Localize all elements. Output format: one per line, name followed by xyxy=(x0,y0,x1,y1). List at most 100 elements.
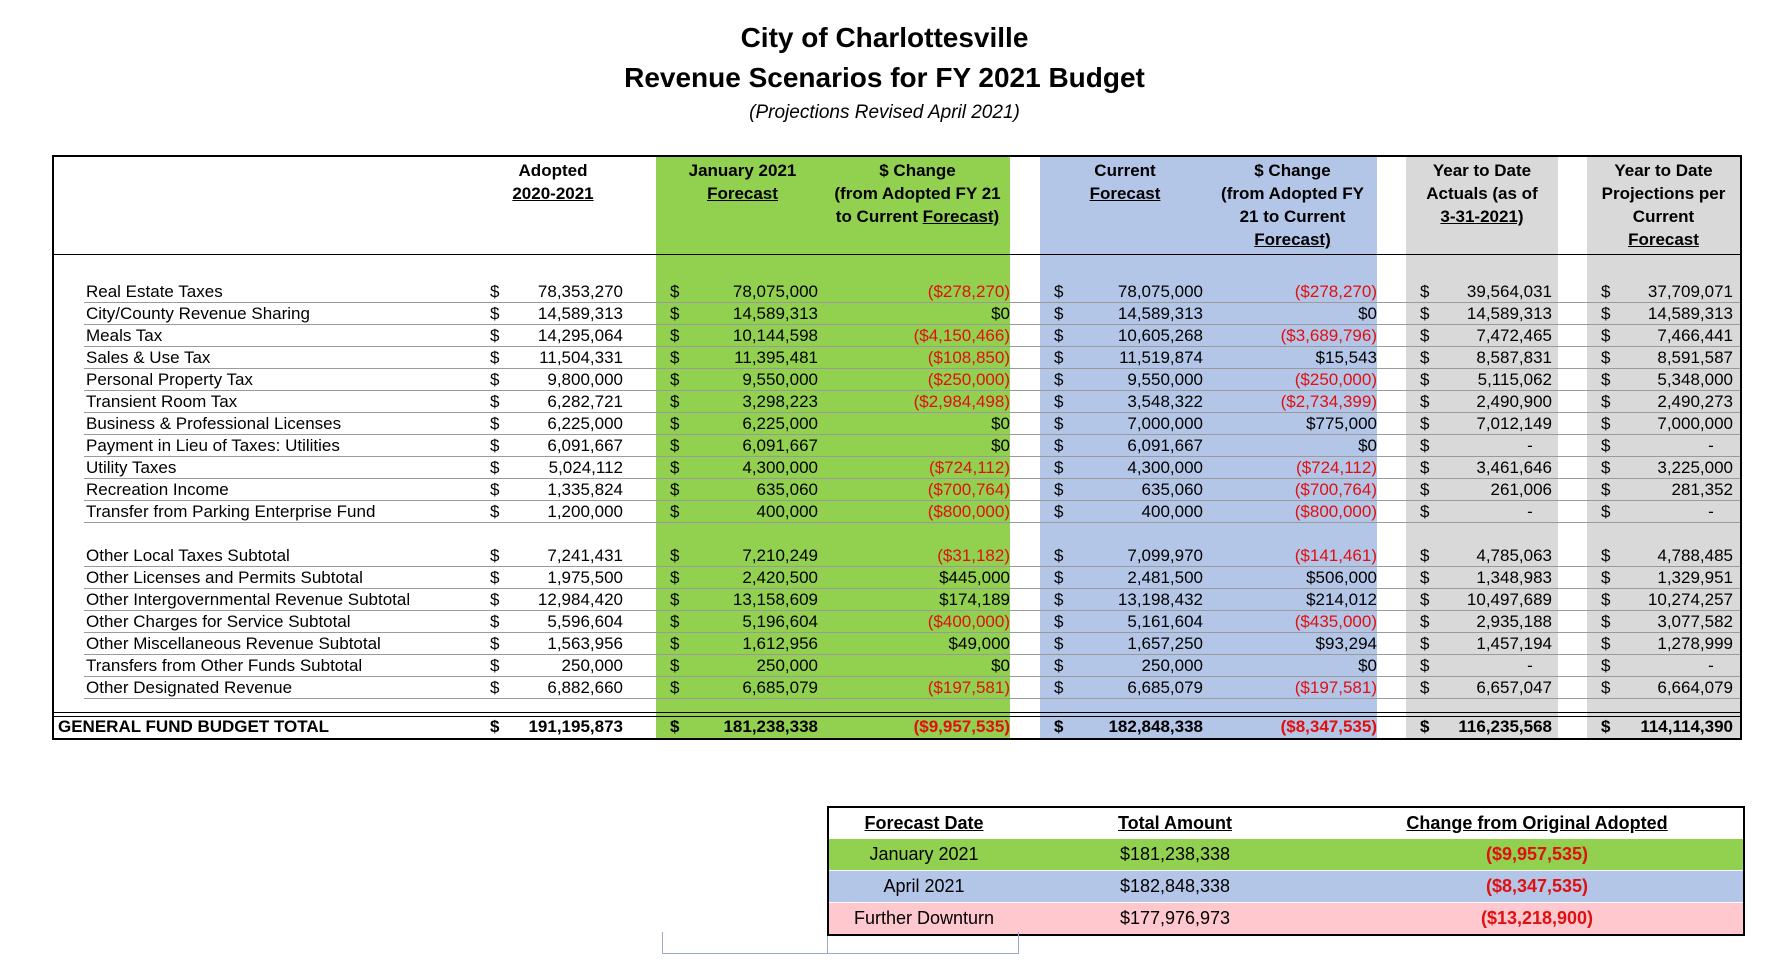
page-title: City of Charlottesville xyxy=(740,22,1029,53)
jan-value: 10,144,598 xyxy=(732,326,818,345)
adopted-value: 6,225,000 xyxy=(547,414,623,433)
proj-value: 14,589,313 xyxy=(1647,304,1733,323)
summary-row: April 2021 $182,848,338 ($8,347,535) xyxy=(829,871,1743,902)
jan-change-value: ($800,000) xyxy=(927,502,1010,521)
ytd-value: 14,589,313 xyxy=(1466,304,1552,323)
summary-header: Forecast Date xyxy=(864,813,984,833)
summary-date: April 2021 xyxy=(883,876,965,896)
summary-date: January 2021 xyxy=(869,844,979,864)
jan-value: 5,196,604 xyxy=(742,612,818,631)
jan-change-value: ($31,182) xyxy=(937,546,1010,565)
proj-value: 2,490,273 xyxy=(1657,392,1733,411)
header-january-forecast: January 2021 Forecast xyxy=(688,161,797,203)
jan-change-value: $0 xyxy=(991,304,1010,323)
cur-change-value: $0 xyxy=(1358,304,1377,323)
jan-value: 3,298,223 xyxy=(742,392,818,411)
cur-change-value: $506,000 xyxy=(1306,568,1377,587)
ytd-value: 10,497,689 xyxy=(1466,590,1552,609)
summary-amount: $182,848,338 xyxy=(1119,876,1231,896)
adopted-value: 9,800,000 xyxy=(547,370,623,389)
ytd-value: 5,115,062 xyxy=(1477,370,1552,389)
adopted-value: 1,335,824 xyxy=(547,480,623,499)
proj-value: 1,329,951 xyxy=(1657,568,1733,587)
currency-symbol: $ xyxy=(1601,656,1611,675)
proj-value: 10,274,257 xyxy=(1647,590,1733,609)
jan-value: 6,091,667 xyxy=(742,436,818,455)
current-value: 182,848,338 xyxy=(1108,717,1203,736)
summary-header: Total Amount xyxy=(1118,813,1232,833)
row-label: Sales & Use Tax xyxy=(86,348,211,367)
jan-change-value: $174,189 xyxy=(939,590,1010,609)
adopted-value: 250,000 xyxy=(561,656,623,675)
jan-value: 4,300,000 xyxy=(742,458,818,477)
jan-value: 11,395,481 xyxy=(734,348,818,367)
proj-value: 3,077,582 xyxy=(1657,612,1733,631)
current-value: 6,091,667 xyxy=(1127,436,1203,455)
cell-selection-divider xyxy=(827,936,828,954)
adopted-value: 1,563,956 xyxy=(547,634,623,653)
current-value: 635,060 xyxy=(1141,480,1203,499)
row-label: Other Licenses and Permits Subtotal xyxy=(86,568,363,587)
jan-value: 13,158,609 xyxy=(732,590,818,609)
header-january-change: $ Change (from Adopted FY 21 to Current … xyxy=(834,161,1001,226)
cell-selection-outline xyxy=(662,932,1019,954)
current-value: 11,519,874 xyxy=(1119,348,1203,367)
cur-change-value: ($724,112) xyxy=(1296,458,1377,477)
summary-row: January 2021 $181,238,338 ($9,957,535) xyxy=(829,839,1743,870)
header-divider xyxy=(52,254,1742,255)
jan-change-value: $0 xyxy=(991,436,1010,455)
current-value: 78,075,000 xyxy=(1117,282,1203,301)
header-current-forecast: Current Forecast xyxy=(1089,161,1161,203)
ytd-value: 1,348,983 xyxy=(1476,568,1552,587)
jan-change-value: $445,000 xyxy=(939,568,1010,587)
cur-change-value: $775,000 xyxy=(1306,414,1377,433)
current-value: 5,161,604 xyxy=(1127,612,1203,631)
adopted-value: 1,975,500 xyxy=(547,568,623,587)
proj-value: 6,664,079 xyxy=(1657,678,1733,697)
row-label: Utility Taxes xyxy=(86,458,177,477)
cur-change-value: ($3,689,796) xyxy=(1280,326,1377,345)
summary-row: Forecast Date Total Amount Change from Ori… xyxy=(829,808,1743,839)
adopted-value: 5,596,604 xyxy=(547,612,623,631)
total-label: GENERAL FUND BUDGET TOTAL xyxy=(58,717,330,736)
ytd-value: - xyxy=(1527,502,1533,521)
jan-value: 181,238,338 xyxy=(723,717,818,736)
adopted-value: 6,282,721 xyxy=(547,392,623,411)
cur-change-value: ($278,270) xyxy=(1294,282,1377,301)
ytd-value: 116,235,568 xyxy=(1458,717,1552,736)
cur-change-value: ($435,000) xyxy=(1294,612,1377,631)
cur-change-value: ($8,347,535) xyxy=(1280,717,1377,736)
current-value: 400,000 xyxy=(1141,502,1203,521)
summary-amount: $177,976,973 xyxy=(1119,908,1231,928)
current-value: 13,198,432 xyxy=(1117,590,1203,609)
ytd-value: 1,457,194 xyxy=(1476,634,1552,653)
ytd-value: - xyxy=(1527,656,1533,675)
ytd-value: - xyxy=(1527,436,1533,455)
adopted-value: 6,882,660 xyxy=(547,678,623,697)
adopted-value: 11,504,331 xyxy=(539,348,623,367)
adopted-value: 1,200,000 xyxy=(547,502,623,521)
summary-date: Further Downturn xyxy=(853,908,995,928)
adopted-value: 12,984,420 xyxy=(537,590,623,609)
jan-value: 250,000 xyxy=(756,656,818,675)
jan-value: 9,550,000 xyxy=(742,370,818,389)
cur-change-value: $93,294 xyxy=(1315,634,1377,653)
row-label: Other Charges for Service Subtotal xyxy=(86,612,351,631)
row-label: Other Designated Revenue xyxy=(86,678,293,697)
current-value: 14,589,313 xyxy=(1117,304,1203,323)
jan-change-value: ($278,270) xyxy=(927,282,1010,301)
proj-value: 37,709,071 xyxy=(1647,282,1733,301)
jan-change-value: ($250,000) xyxy=(927,370,1010,389)
current-value: 2,481,500 xyxy=(1127,568,1203,587)
cur-change-value: $214,012 xyxy=(1306,590,1377,609)
adopted-value: 6,091,667 xyxy=(547,436,623,455)
currency-symbol: $ xyxy=(1601,502,1611,521)
proj-value: - xyxy=(1708,656,1714,675)
jan-change-value: ($108,850) xyxy=(927,348,1010,367)
current-value: 1,657,250 xyxy=(1127,634,1203,653)
current-value: 10,605,268 xyxy=(1117,326,1203,345)
row-label: Other Local Taxes Subtotal xyxy=(86,546,290,565)
current-value: 4,300,000 xyxy=(1127,458,1203,477)
ytd-value: 7,012,149 xyxy=(1476,414,1552,433)
cur-change-value: ($250,000) xyxy=(1294,370,1377,389)
